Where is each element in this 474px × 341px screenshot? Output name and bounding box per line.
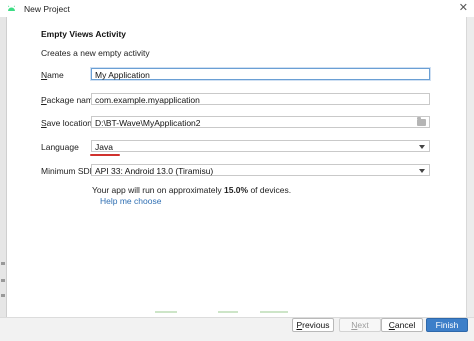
device-coverage-text: Your app will run on approximately 15.0%… bbox=[92, 185, 292, 195]
close-icon[interactable]: ✕ bbox=[459, 1, 468, 14]
package-name-label: Package name bbox=[41, 95, 98, 105]
title-bar: New Project ✕ bbox=[0, 0, 474, 18]
language-select[interactable]: Java bbox=[91, 140, 430, 152]
decorative-dots bbox=[218, 311, 238, 313]
decorative-dots bbox=[260, 311, 288, 313]
minimum-sdk-select[interactable]: API 33: Android 13.0 (Tiramisu) bbox=[91, 164, 430, 176]
previous-button[interactable]: Previous bbox=[292, 318, 334, 332]
minimum-sdk-label: Minimum SDK bbox=[41, 166, 96, 176]
red-annotation-underline bbox=[90, 154, 120, 156]
folder-icon[interactable] bbox=[417, 117, 426, 126]
help-me-choose-link[interactable]: Help me choose bbox=[100, 196, 161, 206]
save-location-value: D:\BT-Wave\MyApplication2 bbox=[95, 118, 201, 128]
template-heading: Empty Views Activity bbox=[41, 29, 127, 39]
save-location-field[interactable]: D:\BT-Wave\MyApplication2 bbox=[91, 116, 430, 128]
background-ide-strip bbox=[0, 17, 7, 340]
language-label: Language bbox=[41, 142, 79, 152]
cancel-button[interactable]: Cancel bbox=[381, 318, 423, 332]
name-label: Name bbox=[41, 70, 64, 80]
android-icon bbox=[7, 5, 16, 11]
package-name-field[interactable]: com.example.myapplication bbox=[91, 93, 430, 105]
next-button[interactable]: Next bbox=[339, 318, 381, 332]
right-scroll-edge bbox=[466, 17, 474, 317]
window-title: New Project bbox=[24, 3, 70, 14]
finish-button[interactable]: Finish bbox=[426, 318, 468, 332]
name-field[interactable]: My Application bbox=[91, 68, 430, 80]
decorative-dots bbox=[155, 311, 177, 313]
save-location-label: Save location bbox=[41, 118, 93, 128]
template-description: Creates a new empty activity bbox=[41, 48, 150, 58]
